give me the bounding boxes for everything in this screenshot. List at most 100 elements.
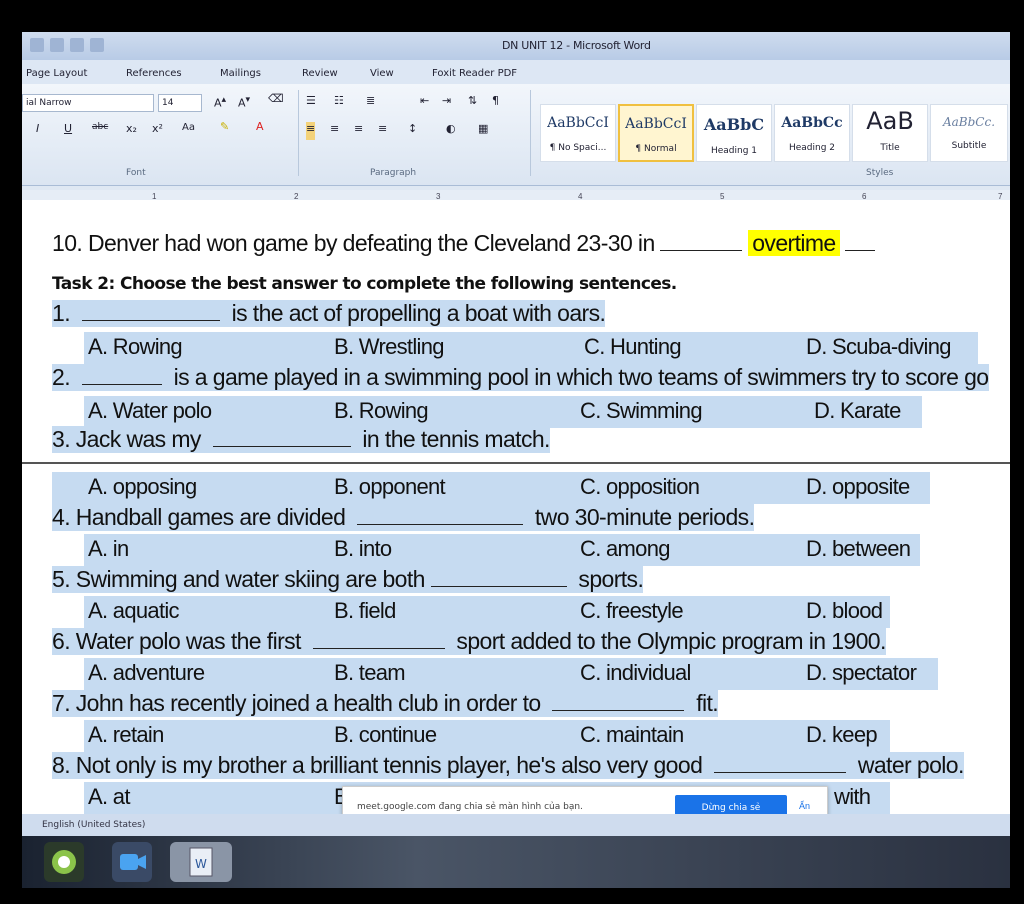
option-a[interactable]: A. at bbox=[88, 784, 130, 810]
option-c[interactable]: C. Hunting bbox=[584, 334, 682, 360]
option-d[interactable]: D. between bbox=[806, 536, 911, 562]
paragraph-group-label: Paragraph bbox=[370, 168, 417, 178]
strikethrough-icon[interactable]: abc bbox=[92, 122, 108, 140]
style-title[interactable]: AaB Title bbox=[852, 104, 928, 162]
option-a[interactable]: A. opposing bbox=[88, 474, 197, 500]
superscript-icon[interactable]: x² bbox=[152, 122, 163, 140]
option-c[interactable]: C. opposition bbox=[580, 474, 700, 500]
font-color-icon[interactable]: A bbox=[256, 120, 264, 138]
answer-blank bbox=[430, 586, 567, 587]
style-no-spacing[interactable]: AaBbCcI ¶ No Spaci... bbox=[540, 104, 616, 162]
video-app-icon[interactable] bbox=[112, 842, 152, 882]
multilevel-list-icon[interactable]: ≣ bbox=[366, 94, 375, 112]
decrease-indent-icon[interactable]: ⇤ bbox=[420, 94, 429, 112]
option-d[interactable]: D. spectator bbox=[806, 660, 917, 686]
styles-group-label: Styles bbox=[866, 168, 894, 178]
style-name: ¶ Normal bbox=[635, 144, 677, 154]
option-a[interactable]: A. Water polo bbox=[88, 398, 212, 424]
change-case-icon[interactable]: Aa bbox=[182, 122, 195, 140]
language-indicator[interactable]: English (United States) bbox=[42, 820, 145, 830]
tab-review[interactable]: Review bbox=[302, 60, 370, 84]
style-subtitle[interactable]: AaBbCc. Subtitle bbox=[930, 104, 1008, 162]
font-name-select[interactable]: ial Narrow bbox=[22, 94, 154, 112]
option-b[interactable]: B. continue bbox=[334, 722, 437, 748]
sort-icon[interactable]: ⇅ bbox=[468, 94, 477, 112]
tab-view[interactable]: View bbox=[370, 60, 432, 84]
question-text: 6. Water polo was the first bbox=[52, 628, 301, 654]
screen-divider bbox=[22, 462, 1010, 464]
browser-app-icon[interactable] bbox=[44, 842, 84, 882]
style-heading-1[interactable]: AaBbC Heading 1 bbox=[696, 104, 772, 162]
question-text: 5. Swimming and water skiing are both bbox=[52, 566, 425, 592]
align-right-icon[interactable]: ≡ bbox=[354, 122, 363, 140]
increase-indent-icon[interactable]: ⇥ bbox=[442, 94, 451, 112]
option-d[interactable]: D. Karate bbox=[814, 398, 901, 424]
option-b[interactable]: B. team bbox=[334, 660, 406, 686]
tab-references[interactable]: References bbox=[126, 60, 220, 84]
option-d[interactable]: D. keep bbox=[806, 722, 878, 748]
option-a[interactable]: A. in bbox=[88, 536, 129, 562]
shrink-font-icon[interactable]: A▾ bbox=[238, 94, 250, 112]
italic-icon[interactable]: I bbox=[36, 122, 39, 140]
style-heading-2[interactable]: AaBbCc Heading 2 bbox=[774, 104, 850, 162]
option-c[interactable]: C. freestyle bbox=[580, 598, 684, 624]
font-size-select[interactable]: 14 bbox=[158, 94, 202, 112]
numbering-icon[interactable]: ☷ bbox=[334, 94, 344, 112]
subscript-icon[interactable]: x₂ bbox=[126, 122, 137, 140]
bullets-icon[interactable]: ☰ bbox=[306, 94, 316, 112]
ribbon: ial Narrow 14 A▴ A▾ ⌫ I U abc x₂ x² Aa ✎… bbox=[22, 84, 1010, 186]
option-c[interactable]: C. Swimming bbox=[580, 398, 703, 424]
answer-highlight: overtime bbox=[748, 230, 840, 256]
clear-formatting-icon[interactable]: ⌫ bbox=[268, 92, 284, 110]
style-normal[interactable]: AaBbCcI ¶ Normal bbox=[618, 104, 694, 162]
option-d[interactable]: with bbox=[834, 784, 871, 810]
question-3: 3. Jack was my in the tennis match. bbox=[52, 426, 550, 453]
save-icon[interactable] bbox=[50, 38, 64, 52]
share-message: meet.google.com đang chia sẻ màn hình củ… bbox=[357, 802, 583, 812]
option-d[interactable]: D. Scuba-diving bbox=[806, 334, 952, 360]
shading-icon[interactable]: ◐ bbox=[446, 122, 456, 140]
style-sample: AaBbCc. bbox=[942, 115, 996, 129]
option-a[interactable]: A. retain bbox=[88, 722, 164, 748]
align-left-icon[interactable]: ≡ bbox=[306, 122, 316, 140]
option-c[interactable]: C. among bbox=[580, 536, 670, 562]
redo-icon[interactable] bbox=[90, 38, 104, 52]
justify-icon[interactable]: ≡ bbox=[378, 122, 387, 140]
option-a[interactable]: A. Rowing bbox=[88, 334, 183, 360]
align-center-icon[interactable]: ≡ bbox=[330, 122, 339, 140]
tab-page-layout[interactable]: Page Layout bbox=[26, 60, 126, 84]
option-b[interactable]: B. Wrestling bbox=[334, 334, 444, 360]
word-logo-icon[interactable] bbox=[30, 38, 44, 52]
option-b[interactable]: B. into bbox=[334, 536, 392, 562]
line-spacing-icon[interactable]: ↕ bbox=[408, 122, 417, 140]
highlight-color-icon[interactable]: ✎ bbox=[220, 120, 229, 138]
show-paragraph-icon[interactable]: ¶ bbox=[492, 94, 499, 112]
tab-foxit-reader-pdf[interactable]: Foxit Reader PDF bbox=[432, 60, 552, 84]
answer-blank bbox=[660, 250, 743, 251]
document-page[interactable]: 10. Denver had won game by defeating the… bbox=[22, 200, 1010, 814]
font-group-label: Font bbox=[126, 168, 146, 178]
tab-mailings[interactable]: Mailings bbox=[220, 60, 302, 84]
option-c[interactable]: C. individual bbox=[580, 660, 691, 686]
option-c[interactable]: C. maintain bbox=[580, 722, 684, 748]
option-d[interactable]: D. opposite bbox=[806, 474, 910, 500]
option-a[interactable]: A. adventure bbox=[88, 660, 205, 686]
question-number: 2. bbox=[52, 364, 71, 390]
hide-button[interactable]: Ẩn bbox=[799, 801, 810, 811]
word-app-icon[interactable]: W bbox=[170, 842, 232, 882]
grow-font-icon[interactable]: A▴ bbox=[214, 94, 226, 112]
option-b[interactable]: B. field bbox=[334, 598, 396, 624]
word-window: DN UNIT 12 - Microsoft Word Page Layout … bbox=[22, 32, 1010, 888]
question-text: 3. Jack was my bbox=[52, 426, 201, 452]
style-name: Heading 1 bbox=[710, 146, 758, 156]
question-text: is the act of propelling a boat with oar… bbox=[231, 300, 606, 326]
option-d[interactable]: D. blood bbox=[806, 598, 883, 624]
option-a[interactable]: A. aquatic bbox=[88, 598, 180, 624]
option-b[interactable]: B. opponent bbox=[334, 474, 446, 500]
question-5: 5. Swimming and water skiing are both sp… bbox=[52, 566, 644, 593]
app-logo-icon bbox=[52, 850, 76, 874]
undo-icon[interactable] bbox=[70, 38, 84, 52]
option-b[interactable]: B. Rowing bbox=[334, 398, 429, 424]
underline-icon[interactable]: U bbox=[64, 122, 72, 140]
borders-icon[interactable]: ▦ bbox=[478, 122, 488, 140]
